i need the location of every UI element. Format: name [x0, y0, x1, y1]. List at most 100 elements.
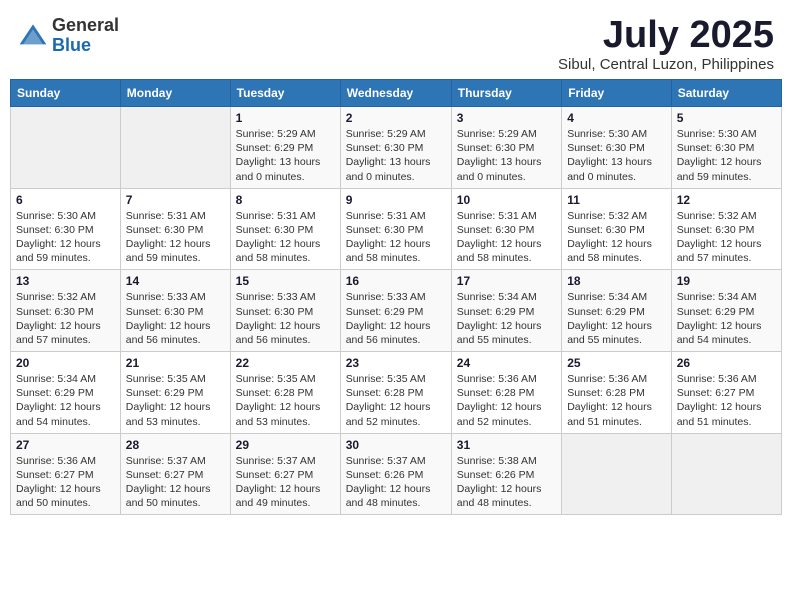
- calendar-cell: 6 Sunrise: 5:30 AMSunset: 6:30 PMDaylight…: [11, 188, 121, 270]
- day-info: Sunrise: 5:30 AMSunset: 6:30 PMDaylight:…: [567, 127, 666, 184]
- calendar-week-5: 27Sunrise: 5:36 AMSunset: 6:27 PMDayligh…: [11, 433, 782, 515]
- title-block: July 2025 Sibul, Central Luzon, Philippi…: [558, 16, 774, 73]
- day-info: Sunrise: 5:29 AMSunset: 6:30 PMDaylight:…: [346, 127, 446, 184]
- day-number: 22: [236, 356, 335, 370]
- day-info: Sunrise: 5:37 AMSunset: 6:26 PMDaylight:…: [346, 454, 446, 511]
- calendar-table: SundayMondayTuesdayWednesdayThursdayFrid…: [10, 79, 782, 515]
- day-number: 9: [346, 193, 446, 207]
- day-info: Sunrise: 5:33 AMSunset: 6:29 PMDaylight:…: [346, 290, 446, 347]
- calendar-cell: 1 Sunrise: 5:29 AMSunset: 6:29 PMDaylight…: [230, 107, 340, 189]
- day-info: Sunrise: 5:31 AMSunset: 6:30 PMDaylight:…: [126, 209, 225, 266]
- logo-blue-text: Blue: [52, 36, 119, 56]
- calendar-cell: [11, 107, 121, 189]
- weekday-header-saturday: Saturday: [671, 80, 781, 107]
- calendar-location: Sibul, Central Luzon, Philippines: [558, 56, 774, 73]
- calendar-cell: 23 Sunrise: 5:35 AMSunset: 6:28 PMDayligh…: [340, 352, 451, 434]
- day-number: 17: [457, 274, 556, 288]
- day-info: Sunrise: 5:30 AMSunset: 6:30 PMDaylight:…: [677, 127, 776, 184]
- day-info: Sunrise: 5:34 AMSunset: 6:29 PMDaylight:…: [16, 372, 115, 429]
- day-number: 13: [16, 274, 115, 288]
- day-number: 28: [126, 438, 225, 452]
- weekday-header-sunday: Sunday: [11, 80, 121, 107]
- day-info: Sunrise: 5:34 AMSunset: 6:29 PMDaylight:…: [677, 290, 776, 347]
- day-number: 14: [126, 274, 225, 288]
- day-info: Sunrise: 5:38 AMSunset: 6:26 PMDaylight:…: [457, 454, 556, 511]
- day-info: Sunrise: 5:36 AMSunset: 6:27 PMDaylight:…: [677, 372, 776, 429]
- logo: General Blue: [18, 16, 119, 56]
- day-number: 26: [677, 356, 776, 370]
- day-number: 10: [457, 193, 556, 207]
- day-info: Sunrise: 5:32 AMSunset: 6:30 PMDaylight:…: [677, 209, 776, 266]
- calendar-cell: [120, 107, 230, 189]
- calendar-cell: 15 Sunrise: 5:33 AMSunset: 6:30 PMDayligh…: [230, 270, 340, 352]
- page-header: General Blue July 2025 Sibul, Central Lu…: [10, 10, 782, 73]
- calendar-cell: 10 Sunrise: 5:31 AMSunset: 6:30 PMDayligh…: [451, 188, 561, 270]
- day-info: Sunrise: 5:33 AMSunset: 6:30 PMDaylight:…: [126, 290, 225, 347]
- day-info: Sunrise: 5:34 AMSunset: 6:29 PMDaylight:…: [567, 290, 666, 347]
- calendar-cell: 8Sunrise: 5:31 AMSunset: 6:30 PMDaylight…: [230, 188, 340, 270]
- day-info: Sunrise: 5:31 AMSunset: 6:30 PMDaylight:…: [236, 209, 335, 266]
- day-info: Sunrise: 5:35 AMSunset: 6:28 PMDaylight:…: [236, 372, 335, 429]
- calendar-cell: 27Sunrise: 5:36 AMSunset: 6:27 PMDayligh…: [11, 433, 121, 515]
- calendar-cell: 25Sunrise: 5:36 AMSunset: 6:28 PMDayligh…: [562, 352, 672, 434]
- weekday-header-monday: Monday: [120, 80, 230, 107]
- day-number: 23: [346, 356, 446, 370]
- calendar-cell: 5Sunrise: 5:30 AMSunset: 6:30 PMDaylight…: [671, 107, 781, 189]
- day-number: 16: [346, 274, 446, 288]
- day-number: 20: [16, 356, 115, 370]
- logo-icon: [18, 21, 48, 51]
- calendar-cell: [562, 433, 672, 515]
- day-info: Sunrise: 5:32 AMSunset: 6:30 PMDaylight:…: [16, 290, 115, 347]
- calendar-cell: 21 Sunrise: 5:35 AMSunset: 6:29 PMDayligh…: [120, 352, 230, 434]
- calendar-cell: 3 Sunrise: 5:29 AMSunset: 6:30 PMDaylight…: [451, 107, 561, 189]
- calendar-cell: 12 Sunrise: 5:32 AMSunset: 6:30 PMDayligh…: [671, 188, 781, 270]
- calendar-cell: [671, 433, 781, 515]
- day-info: Sunrise: 5:36 AMSunset: 6:28 PMDaylight:…: [457, 372, 556, 429]
- day-number: 1: [236, 111, 335, 125]
- day-number: 27: [16, 438, 115, 452]
- calendar-cell: 11Sunrise: 5:32 AMSunset: 6:30 PMDayligh…: [562, 188, 672, 270]
- day-info: Sunrise: 5:32 AMSunset: 6:30 PMDaylight:…: [567, 209, 666, 266]
- day-info: Sunrise: 5:29 AMSunset: 6:30 PMDaylight:…: [457, 127, 556, 184]
- day-info: Sunrise: 5:37 AMSunset: 6:27 PMDaylight:…: [236, 454, 335, 511]
- day-number: 15: [236, 274, 335, 288]
- day-info: Sunrise: 5:35 AMSunset: 6:28 PMDaylight:…: [346, 372, 446, 429]
- calendar-cell: 24Sunrise: 5:36 AMSunset: 6:28 PMDayligh…: [451, 352, 561, 434]
- calendar-week-4: 20 Sunrise: 5:34 AMSunset: 6:29 PMDayligh…: [11, 352, 782, 434]
- day-number: 19: [677, 274, 776, 288]
- day-info: Sunrise: 5:31 AMSunset: 6:30 PMDaylight:…: [457, 209, 556, 266]
- day-number: 7: [126, 193, 225, 207]
- day-info: Sunrise: 5:33 AMSunset: 6:30 PMDaylight:…: [236, 290, 335, 347]
- logo-general-text: General: [52, 16, 119, 36]
- weekday-header-row: SundayMondayTuesdayWednesdayThursdayFrid…: [11, 80, 782, 107]
- calendar-cell: 18Sunrise: 5:34 AMSunset: 6:29 PMDayligh…: [562, 270, 672, 352]
- calendar-cell: 14 Sunrise: 5:33 AMSunset: 6:30 PMDayligh…: [120, 270, 230, 352]
- day-info: Sunrise: 5:30 AMSunset: 6:30 PMDaylight:…: [16, 209, 115, 266]
- calendar-cell: 30Sunrise: 5:37 AMSunset: 6:26 PMDayligh…: [340, 433, 451, 515]
- day-info: Sunrise: 5:37 AMSunset: 6:27 PMDaylight:…: [126, 454, 225, 511]
- calendar-cell: 28 Sunrise: 5:37 AMSunset: 6:27 PMDayligh…: [120, 433, 230, 515]
- day-number: 2: [346, 111, 446, 125]
- calendar-cell: 7 Sunrise: 5:31 AMSunset: 6:30 PMDaylight…: [120, 188, 230, 270]
- day-number: 29: [236, 438, 335, 452]
- day-info: Sunrise: 5:35 AMSunset: 6:29 PMDaylight:…: [126, 372, 225, 429]
- day-info: Sunrise: 5:34 AMSunset: 6:29 PMDaylight:…: [457, 290, 556, 347]
- day-number: 21: [126, 356, 225, 370]
- day-number: 3: [457, 111, 556, 125]
- day-info: Sunrise: 5:29 AMSunset: 6:29 PMDaylight:…: [236, 127, 335, 184]
- calendar-cell: 4 Sunrise: 5:30 AMSunset: 6:30 PMDaylight…: [562, 107, 672, 189]
- day-number: 4: [567, 111, 666, 125]
- day-number: 12: [677, 193, 776, 207]
- day-info: Sunrise: 5:36 AMSunset: 6:28 PMDaylight:…: [567, 372, 666, 429]
- weekday-header-tuesday: Tuesday: [230, 80, 340, 107]
- calendar-week-3: 13 Sunrise: 5:32 AMSunset: 6:30 PMDayligh…: [11, 270, 782, 352]
- calendar-week-2: 6 Sunrise: 5:30 AMSunset: 6:30 PMDaylight…: [11, 188, 782, 270]
- calendar-cell: 26 Sunrise: 5:36 AMSunset: 6:27 PMDayligh…: [671, 352, 781, 434]
- day-number: 6: [16, 193, 115, 207]
- calendar-cell: 20 Sunrise: 5:34 AMSunset: 6:29 PMDayligh…: [11, 352, 121, 434]
- calendar-cell: 2 Sunrise: 5:29 AMSunset: 6:30 PMDaylight…: [340, 107, 451, 189]
- calendar-cell: 31 Sunrise: 5:38 AMSunset: 6:26 PMDayligh…: [451, 433, 561, 515]
- calendar-cell: 16 Sunrise: 5:33 AMSunset: 6:29 PMDayligh…: [340, 270, 451, 352]
- logo-text: General Blue: [52, 16, 119, 56]
- day-number: 31: [457, 438, 556, 452]
